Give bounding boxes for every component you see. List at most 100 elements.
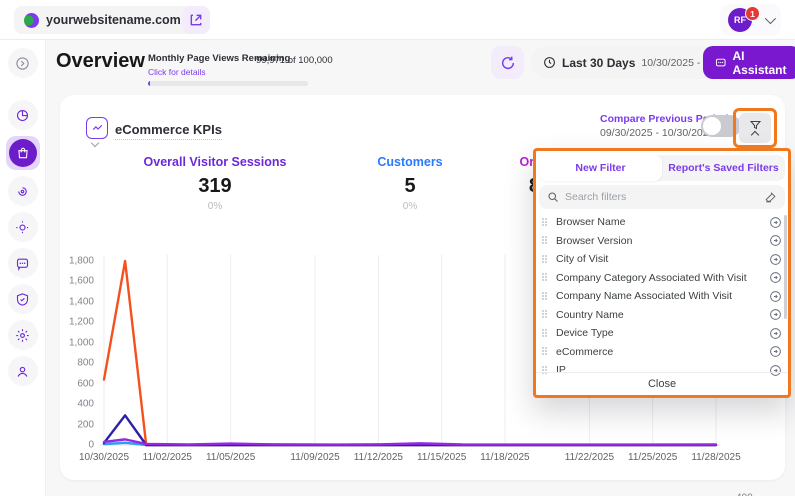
filter-item-label: eCommerce: [556, 346, 761, 358]
pageviews-quota: Monthly Page Views Remaining 99,971 of 1…: [148, 48, 313, 86]
chevron-down-icon[interactable]: [91, 139, 99, 147]
arrow-right-circle-icon[interactable]: [769, 216, 782, 229]
filter-panel-scrollbar[interactable]: [784, 215, 787, 319]
chart-x-axis: 10/30/202511/02/202511/05/202511/09/2025…: [100, 452, 720, 466]
kpi-value: 319: [90, 175, 340, 198]
visitor-pin-icon: [15, 364, 30, 379]
shield-check-icon: [15, 292, 30, 307]
y-tick-label: 1,200: [69, 317, 94, 328]
pageviews-details-link[interactable]: Click for details: [148, 67, 313, 77]
drag-handle-icon[interactable]: [542, 255, 548, 264]
chart-y-axis: 02004006008001,0001,2001,4001,6001,800: [60, 251, 94, 447]
filter-search-box: [539, 185, 785, 209]
filter-panel: New Filter Report's Saved Filters Browse…: [533, 148, 791, 398]
avatar: RF 1: [728, 8, 752, 32]
drag-handle-icon[interactable]: [542, 310, 548, 319]
shopping-bag-icon: [16, 146, 30, 160]
series-events-navy: [104, 415, 716, 445]
card-title: eCommerce KPIs: [115, 122, 222, 140]
x-tick-label: 11/25/2025: [628, 452, 677, 463]
arrow-right-circle-icon[interactable]: [769, 345, 782, 358]
arrow-right-circle-icon[interactable]: [769, 253, 782, 266]
filter-button[interactable]: [739, 113, 771, 143]
y-tick-label: 1,000: [69, 337, 94, 348]
kpi-delta: 0%: [90, 201, 340, 212]
drag-handle-icon[interactable]: [542, 292, 548, 301]
clock-icon: [543, 56, 556, 69]
toggle-knob: [703, 117, 721, 135]
pageviews-progress-fill: [148, 81, 150, 86]
filter-item-label: Device Type: [556, 327, 761, 339]
x-tick-label: 11/02/2025: [143, 452, 192, 463]
chevron-up-icon: [751, 130, 759, 138]
filter-list-item[interactable]: Device Type: [539, 324, 785, 343]
filter-list-item[interactable]: Browser Version: [539, 232, 785, 251]
filter-list-item[interactable]: Country Name: [539, 306, 785, 325]
ai-assistant-button[interactable]: AI Assistant: [703, 46, 795, 79]
clear-eraser-icon[interactable]: [764, 191, 777, 204]
collapse-icon: [15, 56, 30, 71]
sidebar-item-feedback[interactable]: [8, 248, 38, 278]
sidebar-item-security[interactable]: [8, 284, 38, 314]
kpi-label: Overall Visitor Sessions: [90, 155, 340, 169]
filter-item-label: City of Visit: [556, 253, 761, 265]
tab-new-filter[interactable]: New Filter: [539, 155, 662, 181]
open-site-button[interactable]: [182, 6, 210, 34]
compare-toggle[interactable]: [701, 115, 741, 137]
arrow-right-circle-icon[interactable]: [769, 271, 782, 284]
arrow-right-circle-icon[interactable]: [769, 234, 782, 247]
filter-list-item[interactable]: City of Visit: [539, 250, 785, 269]
tab-reports-saved-filters[interactable]: Report's Saved Filters: [662, 155, 785, 181]
sidebar-collapse-button[interactable]: [8, 48, 38, 78]
drag-handle-icon[interactable]: [542, 347, 548, 356]
sidebar-item-settings[interactable]: [8, 320, 38, 350]
top-bar: yourwebsitename.com RF 1: [0, 0, 795, 40]
drag-handle-icon[interactable]: [542, 273, 548, 282]
site-name: yourwebsitename.com: [46, 13, 181, 27]
filter-item-label: Company Name Associated With Visit: [556, 290, 761, 302]
kpi-card-icon: [86, 117, 108, 139]
site-favicon: [24, 13, 39, 28]
sidebar-item-sessions[interactable]: [8, 176, 38, 206]
refresh-button[interactable]: [491, 46, 524, 79]
page-title: Overview: [56, 50, 145, 73]
external-link-icon: [189, 13, 203, 27]
series-orders-violet: [104, 439, 716, 444]
line-chart-icon: [91, 122, 104, 135]
arrow-right-circle-icon[interactable]: [769, 327, 782, 340]
kpi-overall-visitor-sessions[interactable]: Overall Visitor Sessions 319 0%: [90, 155, 340, 212]
filter-list-item[interactable]: Company Name Associated With Visit: [539, 287, 785, 306]
drag-handle-icon[interactable]: [542, 218, 548, 227]
y-tick-label: 800: [77, 358, 94, 369]
y-tick-label: 200: [77, 419, 94, 430]
y-tick-label: 1,400: [69, 296, 94, 307]
search-icon: [547, 191, 559, 203]
filter-list: Browser Name Browser Version City of Visit…: [539, 213, 785, 380]
arrow-right-circle-icon[interactable]: [769, 290, 782, 303]
refresh-icon: [500, 55, 516, 71]
filter-list-item[interactable]: Company Category Associated With Visit: [539, 269, 785, 288]
filter-list-item[interactable]: eCommerce: [539, 343, 785, 362]
arrow-right-circle-icon[interactable]: [769, 308, 782, 321]
compare-previous-range: 09/30/2025 - 10/30/2025: [600, 127, 714, 139]
filter-close-button[interactable]: Close: [536, 372, 788, 395]
user-menu[interactable]: RF 1: [720, 4, 781, 36]
ai-chat-icon: [715, 56, 726, 70]
kpi-value: 5: [340, 175, 480, 198]
sidebar-item-visitors[interactable]: [8, 356, 38, 386]
drag-handle-icon[interactable]: [542, 236, 548, 245]
drag-handle-icon[interactable]: [542, 329, 548, 338]
notification-badge: 1: [745, 6, 760, 21]
site-selector[interactable]: yourwebsitename.com: [14, 6, 206, 34]
filter-search-input[interactable]: [565, 191, 758, 203]
filter-panel-tabs: New Filter Report's Saved Filters: [539, 155, 785, 181]
sidebar-item-analytics[interactable]: [8, 100, 38, 130]
sidebar-item-audience[interactable]: [8, 212, 38, 242]
kpi-customers[interactable]: Customers 5 0%: [340, 155, 480, 212]
filter-item-label: Browser Name: [556, 216, 761, 228]
kpi-delta: 0%: [340, 201, 480, 212]
sidebar-item-ecommerce[interactable]: [6, 136, 40, 170]
ai-assistant-label: AI Assistant: [732, 49, 789, 77]
chat-icon: [15, 256, 30, 271]
filter-list-item[interactable]: Browser Name: [539, 213, 785, 232]
